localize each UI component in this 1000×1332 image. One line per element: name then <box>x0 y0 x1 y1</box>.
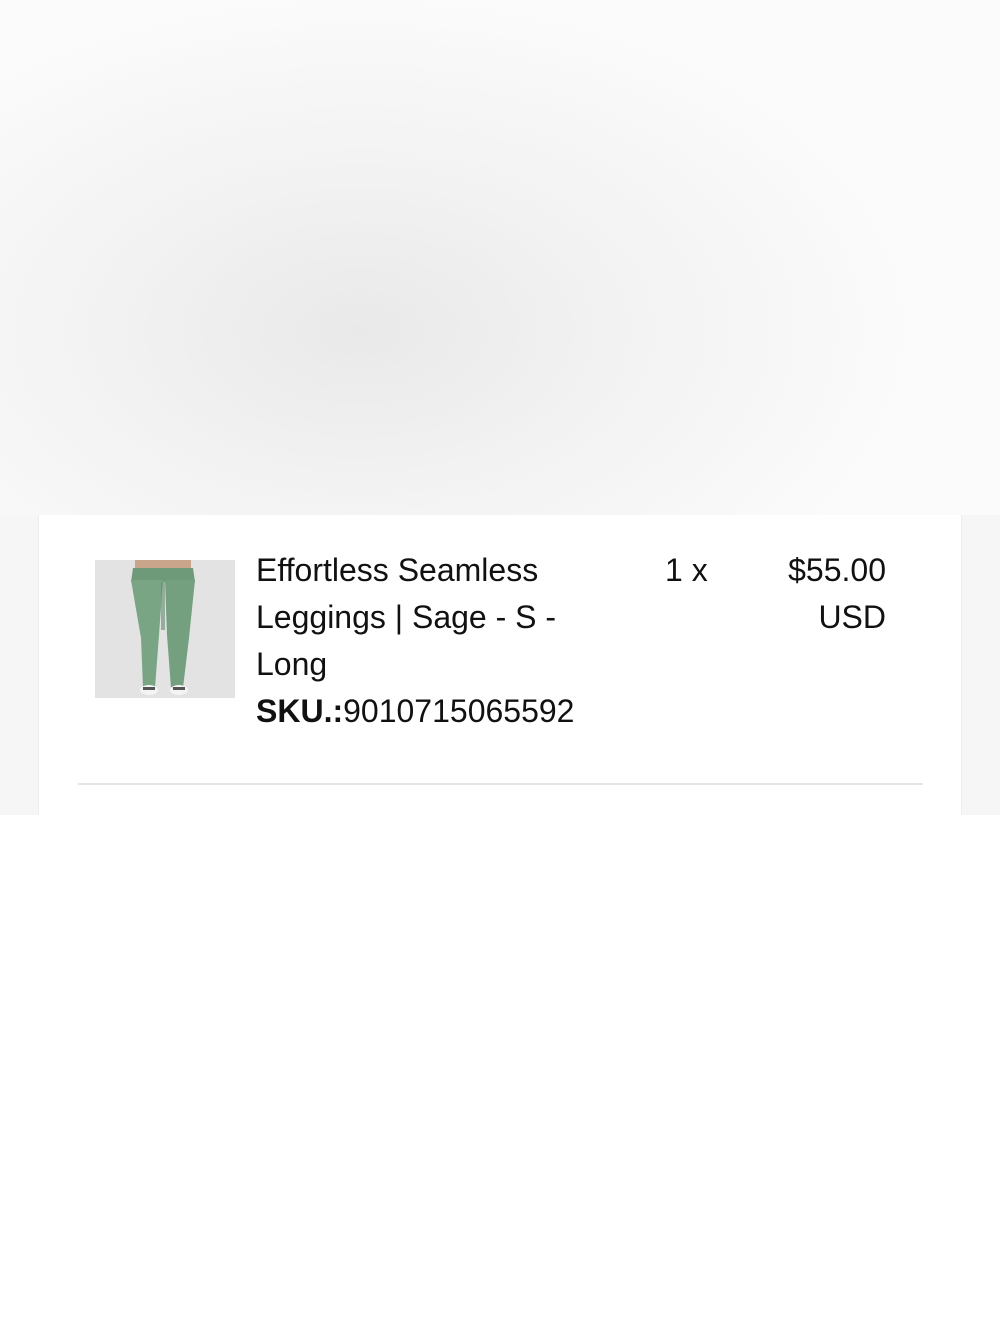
sku-value: 9010715065592 <box>343 693 575 729</box>
blurred-background-top <box>0 0 1000 515</box>
price-currency: USD <box>818 599 886 635</box>
blurred-background-bottom <box>0 815 1000 1332</box>
item-quantity: 1 x <box>665 552 708 588</box>
product-sku: SKU.:9010715065592 <box>256 688 574 735</box>
leggings-product-photo-icon <box>95 560 235 698</box>
row-divider <box>78 783 923 785</box>
product-thumbnail[interactable] <box>95 560 235 698</box>
product-name[interactable]: Effortless Seamless Leggings | Sage - S … <box>256 547 636 688</box>
sku-label: SKU.: <box>256 693 344 729</box>
order-item-row: Effortless Seamless Leggings | Sage - S … <box>38 515 962 815</box>
item-price: $55.00 USD <box>726 547 886 641</box>
price-amount: $55.00 <box>788 552 886 588</box>
